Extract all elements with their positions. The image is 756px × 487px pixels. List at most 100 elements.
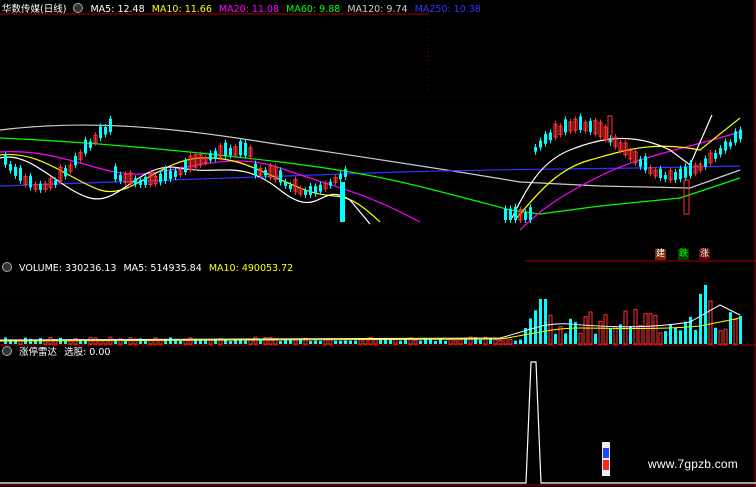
candle-body-down: [664, 175, 667, 180]
indicator-settings-icon[interactable]: [2, 346, 12, 356]
volume-bar-up: [708, 300, 713, 345]
candle-body-down: [104, 126, 107, 135]
volume-bar-down: [554, 333, 557, 344]
volume-bar-down: [699, 293, 702, 344]
candle-body-down: [309, 185, 312, 195]
volume-bar-up: [293, 339, 298, 345]
candle-body-down: [244, 142, 247, 156]
volume-bar-up: [583, 316, 588, 345]
volume-bar-down: [244, 340, 247, 344]
candle-body-down: [254, 163, 257, 176]
volume-bar-down: [539, 299, 542, 344]
volume-bar-up: [493, 338, 498, 345]
volume-bar-up: [578, 332, 583, 345]
volume-bar-down: [739, 315, 742, 344]
candle-body-down: [264, 169, 267, 176]
volume-bar-up: [723, 328, 728, 345]
candle-body-down: [689, 162, 692, 176]
volume-bar-down: [349, 340, 352, 344]
candle-body-down: [339, 174, 342, 180]
volume-bar-down: [124, 340, 127, 344]
ma120-label: MA120: 9.74: [347, 4, 408, 15]
candle-body-down: [114, 166, 117, 180]
volume-bar-up: [413, 339, 418, 345]
candle-body-down: [169, 170, 172, 180]
ma20-label: MA20: 11.08: [218, 4, 280, 15]
candle-body-down: [344, 168, 347, 177]
signal-badge-fall[interactable]: 跌: [678, 249, 690, 260]
candle-body-down: [719, 148, 722, 155]
candle-body-down: [174, 170, 177, 177]
volume-bar-up: [623, 310, 628, 345]
candle-body-down: [529, 207, 532, 220]
candle-body-down: [639, 159, 642, 167]
volume-bar-down: [314, 340, 317, 344]
volume-bar-up: [373, 339, 378, 345]
volume-bar-up: [188, 337, 193, 345]
candle-body-down: [99, 126, 102, 139]
signal-spike-line: [0, 361, 756, 484]
candle-body-down: [534, 146, 537, 152]
volume-bar-down: [339, 340, 342, 344]
volume-bar-down: [544, 299, 547, 344]
volume-bar-down: [569, 318, 572, 344]
candle-body-down: [659, 168, 662, 178]
stock-chart-window: 华数传媒(日线) MA5: 12.48 MA10: 11.66 MA20: 11…: [0, 0, 756, 487]
signal-badge-rise[interactable]: 涨: [699, 249, 711, 260]
volume-bar-down: [674, 327, 677, 344]
candle-body-down: [214, 150, 217, 159]
volume-bar-up: [503, 338, 508, 345]
volume-bar-down: [344, 340, 347, 344]
candle-body-down: [544, 133, 547, 144]
volume-bar-up: [358, 339, 363, 345]
volume-bar-down: [229, 340, 232, 344]
indicator-plot: [0, 361, 756, 484]
candle-body-down: [524, 212, 527, 220]
candle-body-down: [64, 168, 67, 177]
candle-body-down: [684, 166, 687, 178]
indicator-name: 涨停雷达: [19, 347, 58, 358]
volume-bar-up: [733, 319, 738, 345]
candle-body-down: [674, 172, 677, 180]
volume-bar-down: [574, 322, 577, 344]
candle-body-down: [724, 141, 727, 151]
candle-body-down: [564, 119, 567, 133]
volume-bar-up: [613, 326, 618, 345]
candle-body-down: [9, 164, 12, 171]
candle-body-down: [704, 158, 707, 167]
volume-bar-up: [548, 314, 553, 345]
volume-ma5-label: MA5: 514935.84: [123, 263, 202, 274]
volume-bar-down: [404, 339, 407, 344]
volume-bar-up: [658, 332, 663, 345]
ma60-label: MA60: 9.88: [286, 4, 341, 15]
volume-bar-down: [479, 339, 482, 344]
candle-body-down: [109, 118, 112, 132]
candle-body-down: [340, 182, 345, 222]
stock-title[interactable]: 华数传媒(日线): [2, 4, 66, 15]
candle-body-down: [39, 183, 42, 190]
volume-bar-up: [718, 330, 723, 345]
volume-bar-down: [309, 340, 312, 344]
volume-bar-down: [514, 340, 517, 344]
candle-body-down: [164, 168, 167, 181]
volume-bar-down: [334, 340, 337, 344]
volume-bar-down: [519, 339, 522, 344]
volume-bar-down: [664, 331, 667, 344]
ma10-label: MA10: 11.66: [151, 4, 212, 15]
volume-bar-up: [448, 338, 453, 345]
volume-bar-down: [729, 312, 732, 344]
volume-settings-icon[interactable]: [2, 262, 12, 272]
candle-body-down: [329, 181, 332, 186]
settings-circle-icon[interactable]: [73, 3, 84, 13]
candle-body-down: [679, 168, 682, 180]
candle-body-down: [579, 116, 582, 131]
candle-body-down: [184, 160, 187, 173]
volume-bar-down: [714, 327, 717, 344]
chart-canvas[interactable]: [0, 0, 756, 487]
volume-bar-down: [704, 284, 707, 344]
signal-badge-build[interactable]: 建: [655, 249, 667, 260]
candle-body-down: [134, 178, 137, 185]
candle-body-down: [14, 166, 17, 176]
candle-body-down: [4, 155, 7, 165]
indicator-value: 选股: 0.00: [64, 347, 111, 358]
